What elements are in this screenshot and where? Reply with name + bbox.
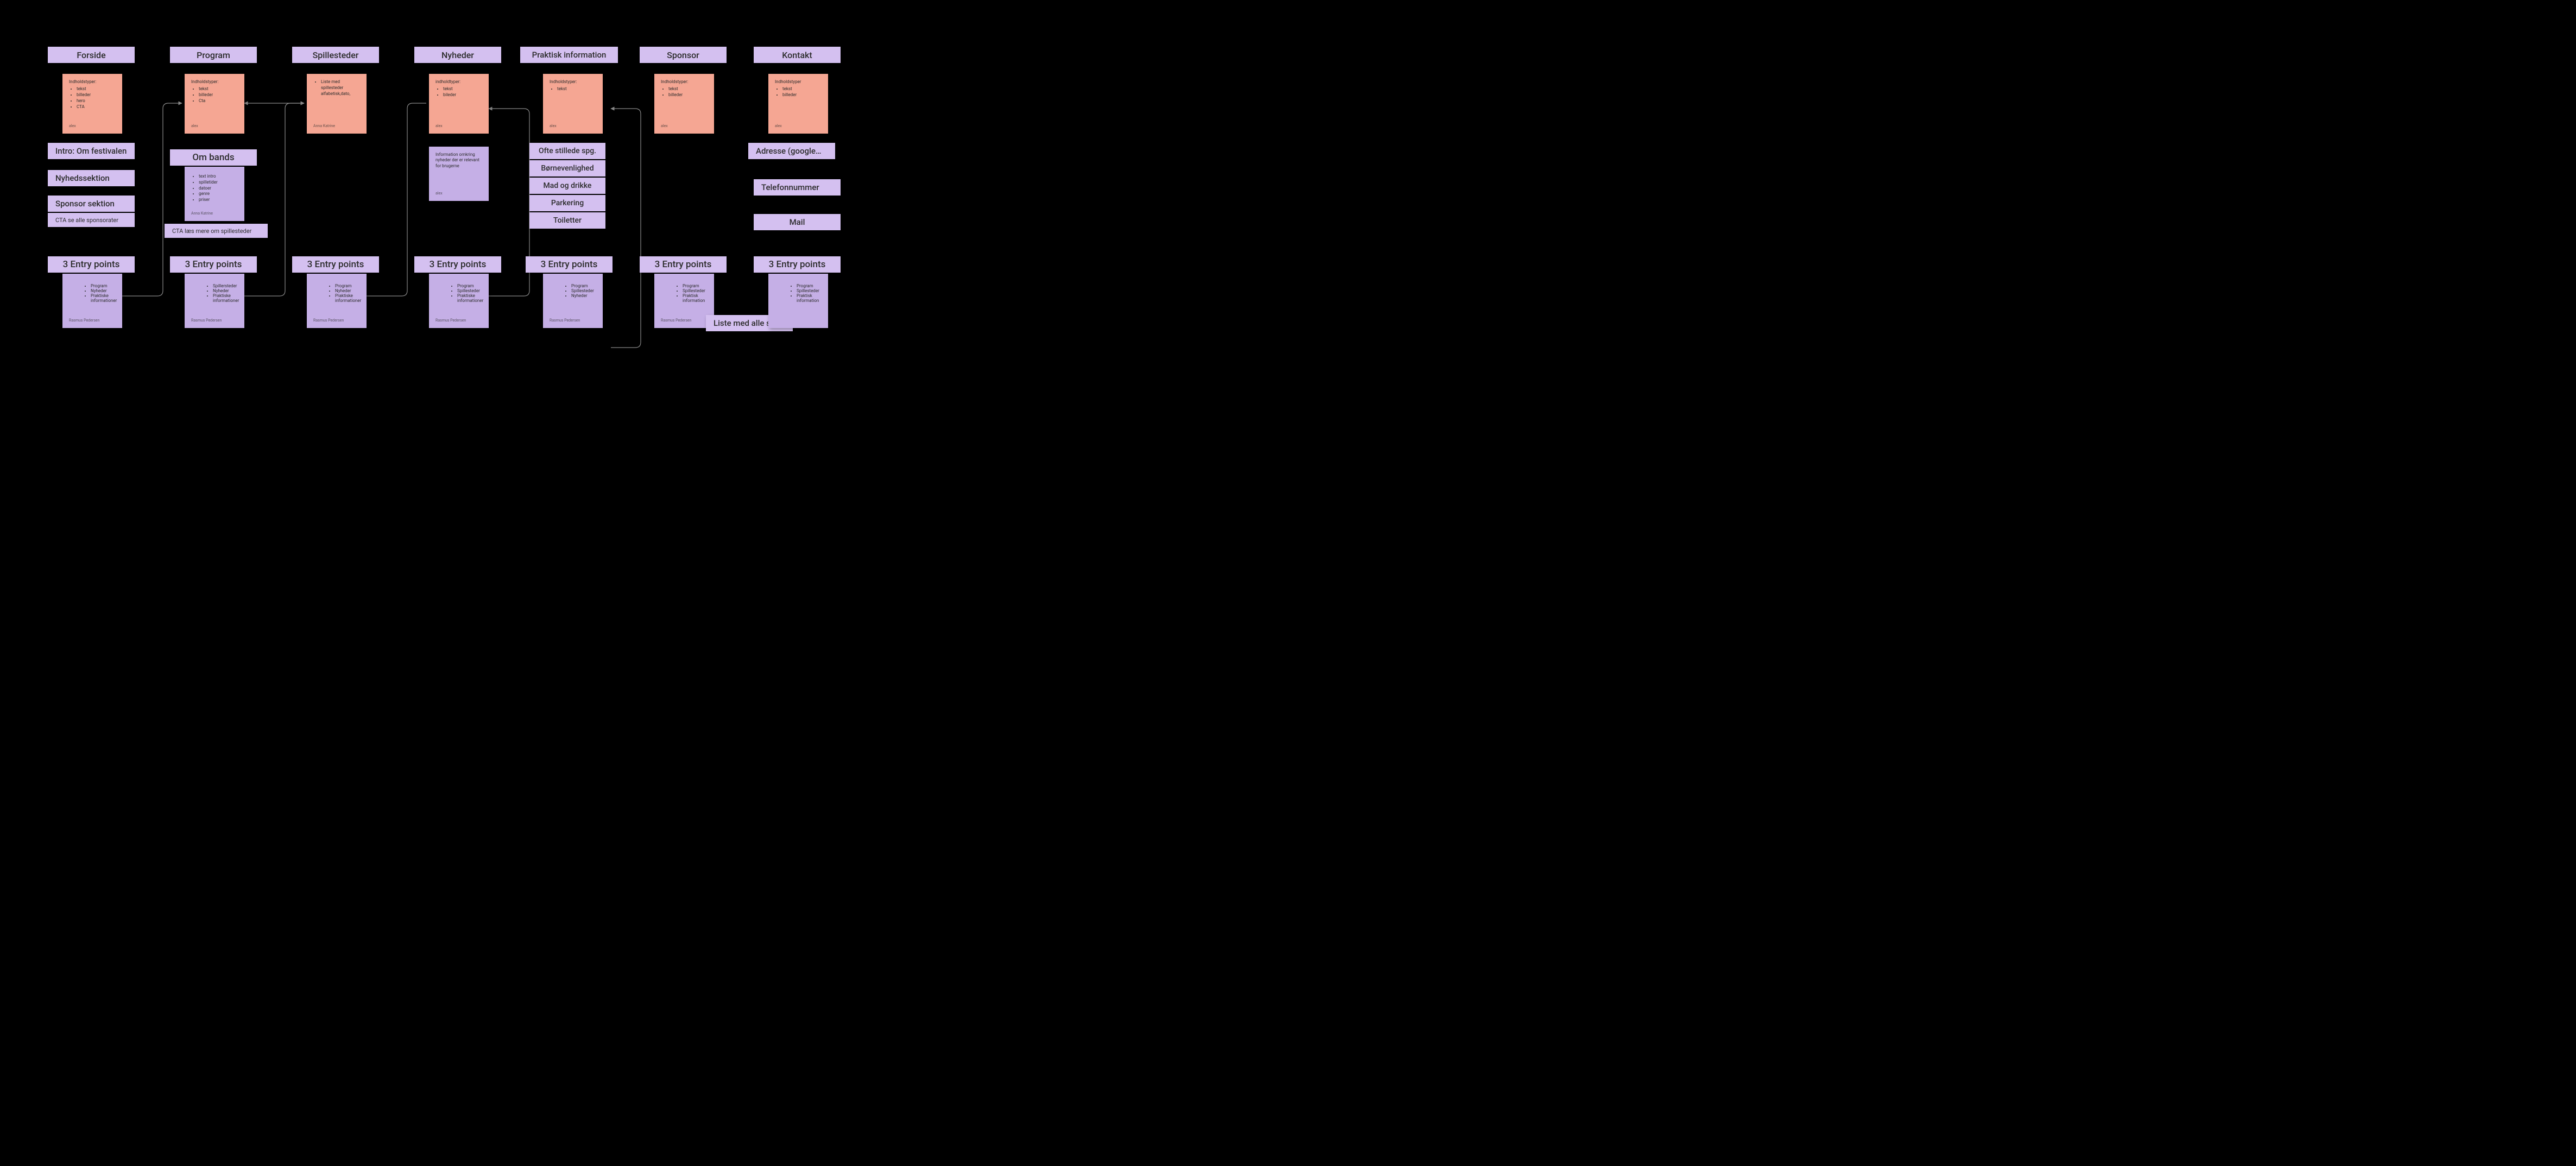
header-label: Forside [77,50,105,60]
card-nyheder[interactable]: indholdtyper: tekst bileder alex [429,74,489,134]
entry-card-kontakt[interactable]: Program Spillesteder Praktisk informatio… [768,274,828,328]
entry-header-spillesteder[interactable]: 3 Entry points [292,256,379,273]
card-nyheder-info[interactable]: Information omkring nyheder der er relev… [429,147,489,201]
entry-header-program[interactable]: 3 Entry points [170,256,257,273]
header-kontakt[interactable]: Kontakt [754,47,841,63]
entry-card-forside[interactable]: Program Nyheder Praktiske informationer … [62,274,122,328]
entry-card-praktisk[interactable]: Program Spillesteder Nyheder Rasmus Pede… [543,274,603,328]
card-forside[interactable]: Indholdstyper: tekst billeder hero CTA a… [62,74,122,134]
pill-mail[interactable]: Mail [754,214,841,230]
card-sponsor[interactable]: Indholdstyper: tekst billeder alex [654,74,714,134]
entry-header-forside[interactable]: 3 Entry points [48,256,135,273]
header-praktisk[interactable]: Praktisk information [520,47,618,63]
pill-intro[interactable]: Intro: Om festivalen [48,143,135,159]
card-title: Indholdstyper: [69,79,116,85]
header-forside[interactable]: Forside [48,47,135,63]
pill-adresse[interactable]: Adresse (google… [748,143,835,159]
card-praktisk[interactable]: Indholdstyper: tekst alex [543,74,603,134]
card-ombands[interactable]: text intro spilletider datoer genre pris… [185,167,244,221]
entry-header-sponsor[interactable]: 3 Entry points [640,256,727,273]
pill-cta-sponsorater[interactable]: CTA se alle sponsorater [48,213,135,227]
header-spillesteder[interactable]: Spillesteder [292,47,379,63]
entry-card-program[interactable]: Spillersteder Nyheder Praktiske informat… [185,274,244,328]
entry-card-spillesteder[interactable]: Program Nyheder Praktiske informationer … [307,274,367,328]
pill-mad[interactable]: Mad og drikke [529,178,605,194]
header-sponsor[interactable]: Sponsor [640,47,727,63]
sitemap-canvas[interactable]: Forside Indholdstyper: tekst billeder he… [0,0,858,388]
entry-header-praktisk[interactable]: 3 Entry points [526,256,613,273]
pill-telefon[interactable]: Telefonnummer [754,179,841,196]
pill-cta-spillesteder[interactable]: CTA læs mere om spillesteder [165,224,268,238]
card-spillesteder[interactable]: Liste med spillesteder alfabetisk,dato, … [307,74,367,134]
pill-sponsor-sektion[interactable]: Sponsor sektion [48,196,135,212]
card-program[interactable]: Indholdstyper: tekst billeder Cta alex [185,74,244,134]
card-list: tekst billeder hero CTA [69,86,116,110]
entry-header-kontakt[interactable]: 3 Entry points [754,256,841,273]
header-ombands[interactable]: Om bands [170,149,257,166]
header-nyheder[interactable]: Nyheder [414,47,501,63]
card-author: alex [69,124,116,128]
entry-card-sponsor[interactable]: Program Spillesteder Praktisk informatio… [654,274,714,328]
pill-faq[interactable]: Ofte stillede spg. [529,143,605,159]
entry-card-nyheder[interactable]: Program Spillesteder Praktiske informati… [429,274,489,328]
header-program[interactable]: Program [170,47,257,63]
card-kontakt[interactable]: Indholdstyper tekst billeder alex [768,74,828,134]
entry-header-nyheder[interactable]: 3 Entry points [414,256,501,273]
pill-nyhedssektion[interactable]: Nyhedssektion [48,170,135,186]
pill-toiletter[interactable]: Toiletter [529,212,605,229]
pill-bornevenlighed[interactable]: Børnevenlighed [529,160,605,177]
pill-parkering[interactable]: Parkering [529,195,605,211]
